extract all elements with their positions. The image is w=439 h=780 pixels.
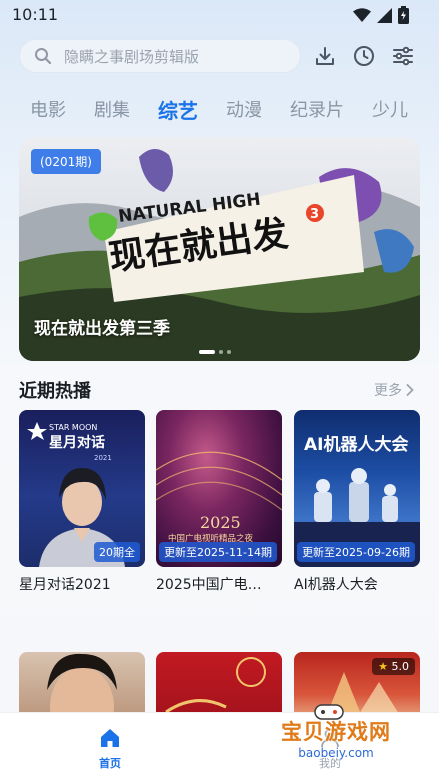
tab-variety[interactable]: 综艺 (158, 95, 198, 124)
section-header: 近期热播 更多 (19, 377, 420, 403)
gamepad-icon (314, 704, 344, 720)
download-icon (316, 47, 334, 65)
top-actions (313, 44, 415, 68)
search-placeholder: 隐瞒之事剧场剪辑版 (64, 47, 200, 66)
rating-value: 5.0 (391, 660, 410, 673)
banner-page-indicator (199, 350, 231, 354)
poster-year: 2025 (200, 513, 241, 532)
more-link[interactable]: 更多 (374, 380, 414, 400)
poster: STAR MOON 星月对话 2021 20期全 (19, 410, 145, 567)
nav-home-label: 首页 (99, 757, 121, 770)
download-button[interactable] (313, 44, 337, 68)
poster: AI机器人大会 更新至2025-09-26期 (294, 410, 420, 567)
featured-banner[interactable]: NATURAL HIGH 现在就出发 3 (0201期) 现在就出发第三季 (19, 137, 420, 361)
list-item[interactable]: 2025 中国广电视听精品之夜 更新至2025-11-14期 2025中国广电… (156, 410, 282, 594)
nav-home[interactable]: 首页 (92, 727, 128, 771)
history-icon (354, 46, 374, 66)
status-bar: 10:11 (0, 0, 439, 30)
section-title: 近期热播 (19, 381, 91, 402)
card-title: 星月对话2021 (19, 577, 111, 593)
card-title: 2025中国广电… (156, 577, 262, 593)
poster-text-en: STAR MOON (49, 423, 97, 432)
poster-text-cn: 星月对话 (49, 434, 105, 451)
banner-dot (219, 350, 223, 354)
poster-text-cn: AI机器人大会 (304, 434, 408, 455)
tab-movies[interactable]: 电影 (30, 96, 66, 124)
card-title: AI机器人大会 (294, 577, 378, 593)
category-tabs: 电影 剧集 综艺 动漫 纪录片 少儿 (30, 96, 408, 124)
filter-button[interactable] (391, 44, 415, 68)
tab-anime[interactable]: 动漫 (226, 96, 262, 124)
banner-dot-active (199, 350, 215, 354)
poster-year: 2021 (94, 454, 112, 462)
status-badge: 更新至2025-11-14期 (159, 542, 277, 562)
banner-title: 现在就出发第三季 (34, 319, 170, 339)
banner-artwork-season: 3 (310, 207, 319, 222)
tab-documentary[interactable]: 纪录片 (290, 96, 344, 124)
wifi-icon (353, 7, 371, 22)
search-input[interactable]: 隐瞒之事剧场剪辑版 (19, 39, 301, 73)
status-badge: 更新至2025-09-26期 (297, 542, 415, 562)
list-item[interactable]: STAR MOON 星月对话 2021 20期全 星月对话2021 (19, 410, 145, 594)
watermark: 宝贝游戏网 baobeiy.com (262, 704, 410, 774)
rating-badge: ★ 5.0 (372, 658, 415, 675)
banner-episode-tag: (0201期) (31, 149, 101, 174)
star-icon: ★ (378, 660, 388, 673)
poster: 2025 中国广电视听精品之夜 更新至2025-11-14期 (156, 410, 282, 567)
tab-kids[interactable]: 少儿 (372, 96, 408, 124)
more-label: 更多 (374, 383, 402, 399)
watermark-url: baobeiy.com (298, 746, 374, 760)
home-icon (101, 729, 119, 747)
status-icons (353, 6, 409, 24)
status-badge: 20期全 (94, 542, 140, 562)
list-item[interactable]: AI机器人大会 更新至2025-09-26期 AI机器人大会 (294, 410, 420, 594)
filter-icon (393, 46, 413, 66)
battery-icon (398, 6, 409, 24)
chevron-right-icon (406, 384, 414, 396)
signal-icon (377, 7, 392, 23)
history-button[interactable] (352, 44, 376, 68)
tab-series[interactable]: 剧集 (94, 96, 130, 124)
search-icon (35, 48, 52, 65)
banner-dot (227, 350, 231, 354)
status-time: 10:11 (12, 5, 59, 24)
